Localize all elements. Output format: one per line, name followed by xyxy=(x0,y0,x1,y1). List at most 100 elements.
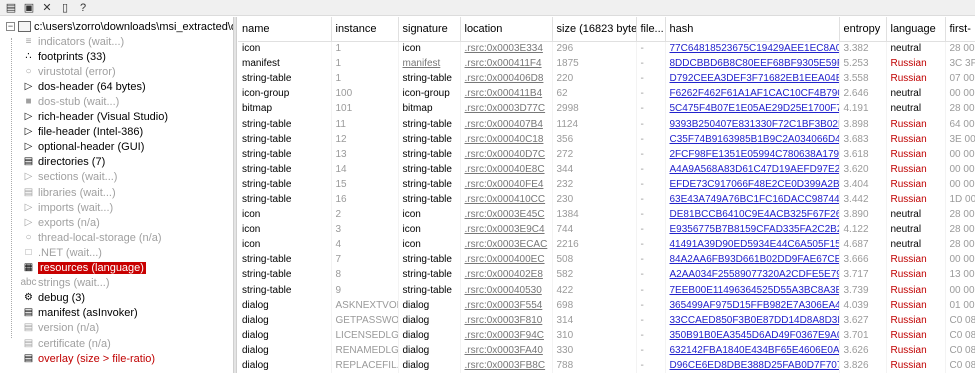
column-header[interactable]: language xyxy=(886,17,946,42)
table-cell[interactable]: F6262F462F61A1AF1CAC10CF4B790E5A xyxy=(665,86,840,102)
tree-item[interactable]: ▷ dos-header (64 bytes) xyxy=(22,79,146,94)
tree-item[interactable]: ⚙ debug (3) xyxy=(22,291,85,306)
table-row[interactable]: string-table 11 string-table .rsrc:0x000407… xyxy=(238,116,975,132)
table-cell[interactable]: A4A9A568A83D61C47D19AEFD97E27852 xyxy=(665,161,840,177)
table-cell[interactable]: .rsrc:0x0003ECAC xyxy=(460,237,553,253)
column-header[interactable]: name xyxy=(238,17,332,42)
table-cell[interactable]: .rsrc:0x0003F554 xyxy=(460,297,553,313)
table-cell[interactable]: 33CCAED850F3B0E87DD14D8A8D3D5BDA xyxy=(665,312,840,328)
table-cell[interactable]: A2AA034F25589077320A2CDFE5E79159 xyxy=(665,267,840,283)
table-row[interactable]: string-table 7 string-table .rsrc:0x000400E… xyxy=(238,252,975,268)
table-row[interactable]: string-table 13 string-table .rsrc:0x00040D… xyxy=(238,146,975,162)
table-cell[interactable]: 5C475F4B07E1E05AE29D25E1700F7279 xyxy=(665,101,840,117)
tree-item[interactable]: ▷ rich-header (Visual Studio) xyxy=(22,110,168,125)
tree-item[interactable]: ▤ libraries (wait...) xyxy=(22,185,116,200)
tree-root[interactable]: − c:\users\zorro\downloads\msi_extracted… xyxy=(6,19,233,34)
table-cell[interactable]: .rsrc:0x0003D77C xyxy=(460,101,553,117)
table-cell[interactable]: .rsrc:0x00040D7C xyxy=(460,146,553,162)
table-cell[interactable]: C35F74B9163985B1B9C2A034066D48E xyxy=(665,131,840,147)
tree-item[interactable]: ▤ version (n/a) xyxy=(22,321,99,336)
table-row[interactable]: string-table 12 string-table .rsrc:0x00040C… xyxy=(238,131,975,147)
table-cell[interactable]: 63E43A749A76BC1FC16DACC98744FF58 xyxy=(665,191,840,208)
table-row[interactable]: string-table 14 string-table .rsrc:0x00040E… xyxy=(238,161,975,177)
table-row[interactable]: icon 1 icon .rsrc:0x0003E334 296-77C64818523… xyxy=(238,41,975,57)
table-cell[interactable]: 350B91B0EA3545D6AD49F0367E9A04BB xyxy=(665,327,840,343)
column-header[interactable]: entropy xyxy=(839,17,887,42)
table-cell[interactable]: 365499AF975D15FFB982E7A306EA4629 xyxy=(665,297,840,313)
collapse-icon[interactable]: − xyxy=(6,22,15,31)
tree-item[interactable]: ▷ sections (wait...) xyxy=(22,170,118,185)
table-row[interactable]: string-table 8 string-table .rsrc:0x000402E… xyxy=(238,267,975,283)
table-cell[interactable]: .rsrc:0x0003F94C xyxy=(460,327,553,343)
table-cell[interactable]: 41491A39D90ED5934E44C6A505F15EE5 xyxy=(665,237,840,253)
table-row[interactable]: icon 2 icon .rsrc:0x0003E45C 1384- DE81BCCB64… xyxy=(238,207,975,223)
table-row[interactable]: dialog LICENSEDLG dialog .rsrc:0x0003F94C 31… xyxy=(238,327,975,343)
column-header[interactable]: location xyxy=(460,17,553,42)
table-row[interactable]: manifest 1 manifest .rsrc:0x000411F4 1875-8D… xyxy=(238,56,975,72)
table-cell[interactable]: 8DDCBBD6B8C80EEF68BF9305E59FA1F3 xyxy=(665,56,840,72)
table-cell[interactable]: .rsrc:0x0003FB8C xyxy=(460,357,553,373)
column-header[interactable]: file... xyxy=(636,17,666,42)
table-row[interactable]: dialog ASKNEXTVOL dialog .rsrc:0x0003F554 69… xyxy=(238,297,975,313)
table-row[interactable]: dialog RENAMEDLG dialog .rsrc:0x0003FA40 330… xyxy=(238,342,975,358)
table-row[interactable]: string-table 9 string-table .rsrc:0x0004053… xyxy=(238,282,975,298)
table-cell[interactable]: 84A2AA6FB93D661B02DD9FAE67CE46A4 xyxy=(665,252,840,268)
table-cell[interactable]: .rsrc:0x0003E9C4 xyxy=(460,222,553,238)
tree-item[interactable]: ▷ exports (n/a) xyxy=(22,215,100,230)
table-cell[interactable]: .rsrc:0x000402E8 xyxy=(460,267,553,283)
table-cell[interactable]: .rsrc:0x0003FA40 xyxy=(460,342,553,358)
table-cell[interactable]: 632142FBA1840E434BF65E4606E0AE28 xyxy=(665,342,840,358)
table-cell[interactable]: .rsrc:0x000411F4 xyxy=(460,56,553,72)
table-cell[interactable]: .rsrc:0x0003F810 xyxy=(460,312,553,328)
save-icon[interactable]: ▣ xyxy=(22,1,36,15)
table-cell[interactable]: .rsrc:0x000411B4 xyxy=(460,86,553,102)
column-header[interactable]: hash xyxy=(665,17,840,42)
tree-item[interactable]: abc strings (wait...) xyxy=(20,276,109,291)
table-cell[interactable]: .rsrc:0x000400EC xyxy=(460,252,553,268)
open-icon[interactable]: ▤ xyxy=(4,1,18,15)
tree-item[interactable]: ▷ imports (wait...) xyxy=(22,200,114,215)
table-row[interactable]: dialogGETPASSWO...dialog.rsrc:0x0003F810… xyxy=(238,312,975,328)
table-cell[interactable]: 77C64818523675C19429AEE1EC8A0544 xyxy=(665,41,840,57)
table-row[interactable]: icon 4 icon .rsrc:0x0003ECAC 2216-41491A39D9… xyxy=(238,237,975,253)
table-cell[interactable]: 2FCF98FE1351E05994C780638A179F36 xyxy=(665,146,840,162)
tree-item[interactable]: ○ virustotal (error) xyxy=(22,64,115,79)
tree-item[interactable]: ≡ indicators (wait...) xyxy=(22,34,125,49)
table-cell[interactable]: EFDE73C917066F48E2CE0D399A2B8B8D xyxy=(665,176,840,192)
tree-item[interactable]: ○ thread-local-storage (n/a) xyxy=(22,230,161,245)
tree-item[interactable]: ∴ footprints (33) xyxy=(22,49,106,64)
table-cell[interactable]: 7EEB00E11496364525D55A3BC8A3EA88 xyxy=(665,282,840,298)
table-cell[interactable]: .rsrc:0x0003E334 xyxy=(460,41,553,57)
tree-item[interactable]: ▷ optional-header (GUI) xyxy=(22,140,145,155)
tree-item[interactable]: ▦ resources (language) xyxy=(22,261,146,276)
tree-item[interactable]: ▷ file-header (Intel-386) xyxy=(22,125,144,140)
table-cell[interactable]: D96CE6ED8DBE388D25FAB0D7F7076611 xyxy=(665,357,840,373)
table-cell[interactable]: E9356775B7B8159CFAD335FA2C2B22D5 xyxy=(665,222,840,238)
table-cell[interactable]: .rsrc:0x00040C18 xyxy=(460,131,553,147)
table-row[interactable]: string-table 15 string-table .rsrc:0x00040F… xyxy=(238,176,975,192)
help-icon[interactable]: ? xyxy=(76,1,90,15)
table-cell[interactable]: .rsrc:0x00040FE4 xyxy=(460,176,553,192)
column-header[interactable]: instance xyxy=(331,17,399,42)
close-icon[interactable]: ✕ xyxy=(40,1,54,15)
table-cell[interactable]: .rsrc:0x00040530 xyxy=(460,282,553,298)
table-cell[interactable]: DE81BCCB6410C9E4ACB325F67F268BC5 xyxy=(665,207,840,223)
column-header[interactable]: signature xyxy=(398,17,461,42)
table-row[interactable]: dialogREPLACEFIL...dialog.rsrc:0x0003FB8… xyxy=(238,357,975,373)
table-cell[interactable]: .rsrc:0x00040E8C xyxy=(460,161,553,177)
table-row[interactable]: string-table 16 string-table .rsrc:0x000410… xyxy=(238,191,975,208)
tree-item[interactable]: □ .NET (wait...) xyxy=(22,245,102,260)
table-row[interactable]: icon 3 icon .rsrc:0x0003E9C4 744- E9356775B7B… xyxy=(238,222,975,238)
table-cell[interactable]: .rsrc:0x000406D8 xyxy=(460,71,553,87)
tree-item[interactable]: ▤ manifest (asInvoker) xyxy=(22,306,138,321)
table-cell[interactable]: .rsrc:0x000410CC xyxy=(460,191,553,208)
table-cell[interactable]: .rsrc:0x000407B4 xyxy=(460,116,553,132)
table-row[interactable]: string-table 1 string-table .rsrc:0x000406D… xyxy=(238,71,975,87)
table-cell[interactable]: .rsrc:0x0003E45C xyxy=(460,207,553,223)
document-icon[interactable]: ▯ xyxy=(58,1,72,15)
column-header[interactable]: first- xyxy=(945,17,975,42)
tree-item[interactable]: ▤ certificate (n/a) xyxy=(22,336,111,351)
table-row[interactable]: icon-group 100 icon-group .rsrc:0x000411B4 6… xyxy=(238,86,975,102)
column-header[interactable]: size (16823 bytes) xyxy=(552,17,637,42)
tree-item[interactable]: ■ dos-stub (wait...) xyxy=(22,94,119,109)
